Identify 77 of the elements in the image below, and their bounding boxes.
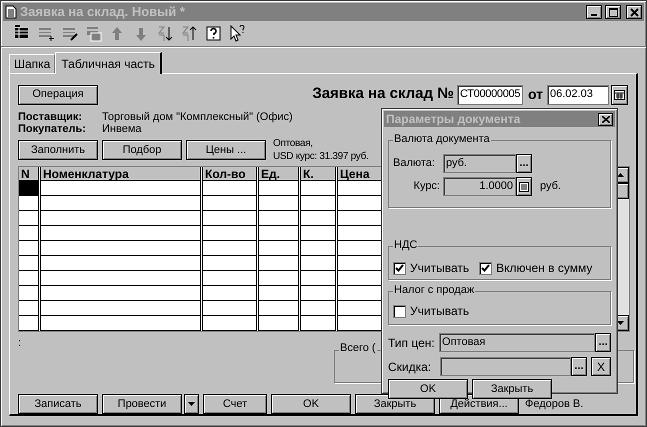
checkbox[interactable] [393,262,406,274]
help-icon[interactable] [205,25,222,42]
ellipsis-button[interactable]: ... [595,333,611,352]
price-info-text: USD курс: 31.397 руб. [273,150,369,163]
maximize-icon [608,8,618,16]
sort-ascending-icon[interactable] [157,25,174,42]
checkbox[interactable] [393,304,406,318]
clear-button[interactable]: X [591,357,611,376]
arrow-down-icon [617,321,624,325]
group-title: Налог с продаж [393,285,476,296]
rate-field[interactable]: 1.0000 [443,177,516,196]
party-value: Торговый дом "Комплексный" (Офис) [102,111,293,123]
currency-field[interactable]: руб. [443,154,516,173]
table-button[interactable]: Заполнить [18,140,98,160]
column-header[interactable]: Номенклатура [41,167,200,181]
arrow-up-icon [617,173,624,177]
tab[interactable]: Табличная часть [55,52,162,74]
field-label: Скидка: [388,358,432,376]
close-button[interactable] [598,112,613,126]
column-header[interactable]: К. [301,167,335,181]
dropdown-button[interactable] [184,394,199,414]
checkbox-label: Включен в сумму [496,260,592,277]
edit-row-icon[interactable] [61,25,78,42]
ellipsis-button[interactable]: ... [516,154,532,173]
group-title: НДС [393,240,418,251]
number-field[interactable]: СТ00000005 [456,84,523,104]
action-button[interactable]: Счет [203,394,267,414]
group-title: Валюта документа [393,134,491,145]
colon-text: : [18,338,22,351]
dialog-title: Параметры документа [386,111,522,128]
column-header[interactable]: Ед. [259,167,298,181]
party-label: Поставщик: [18,111,82,123]
table-button[interactable]: Подбор [102,140,182,160]
author-name: Федоров В. [525,396,584,412]
copy-row-icon[interactable] [85,25,102,42]
minimize-button[interactable] [586,5,602,19]
close-button[interactable] [626,5,642,19]
action-button[interactable]: Записать [18,394,98,414]
maximize-button[interactable] [605,5,621,19]
document-label: Заявка на склад № [312,84,454,104]
price-type-field[interactable]: Оптовая [439,333,596,352]
caret-down-icon [188,402,195,406]
field-label: Курс: [412,179,441,194]
calculator-icon [519,182,529,192]
price-info-text: Оптовая, [273,137,314,150]
field-label: Валюта: [393,156,436,172]
date-field[interactable]: 06.02.03 [547,84,609,104]
sort-descending-icon[interactable] [181,25,198,42]
discount-field[interactable] [440,357,571,376]
calendar-icon [614,90,625,100]
field-label: Тип цен: [388,334,436,352]
checkbox-label: Учитывать [410,260,470,277]
party-value: Инвема [102,123,142,135]
party-label: Покупатель: [18,123,86,135]
close-icon [630,8,638,16]
table-button[interactable]: Цены ... [186,140,266,160]
minimize-icon [591,14,597,16]
action-button[interactable]: OK [271,394,351,414]
dialog-button[interactable]: OK [388,379,468,399]
checkbox[interactable] [479,262,492,274]
ellipsis-button[interactable]: ... [571,357,587,376]
checkbox-label: Учитывать [410,303,470,320]
window-title: Заявка на склад. Новый * [20,3,186,22]
add-row-icon[interactable] [37,25,54,42]
calculator-button[interactable] [516,177,532,196]
column-header[interactable]: Кол-во [203,167,256,181]
close-icon [602,116,610,122]
unit-text: руб. [540,179,561,194]
operation-button[interactable]: Операция [18,84,98,104]
date-label: от [528,85,543,104]
calendar-button[interactable] [611,84,628,104]
group-title: Всего ( [339,343,377,354]
document-icon[interactable] [5,5,17,19]
dialog-button[interactable]: Закрыть [472,379,552,399]
action-button[interactable]: Провести [102,394,182,414]
help-pointer-icon[interactable] [229,25,246,42]
column-header[interactable]: N [19,167,38,181]
